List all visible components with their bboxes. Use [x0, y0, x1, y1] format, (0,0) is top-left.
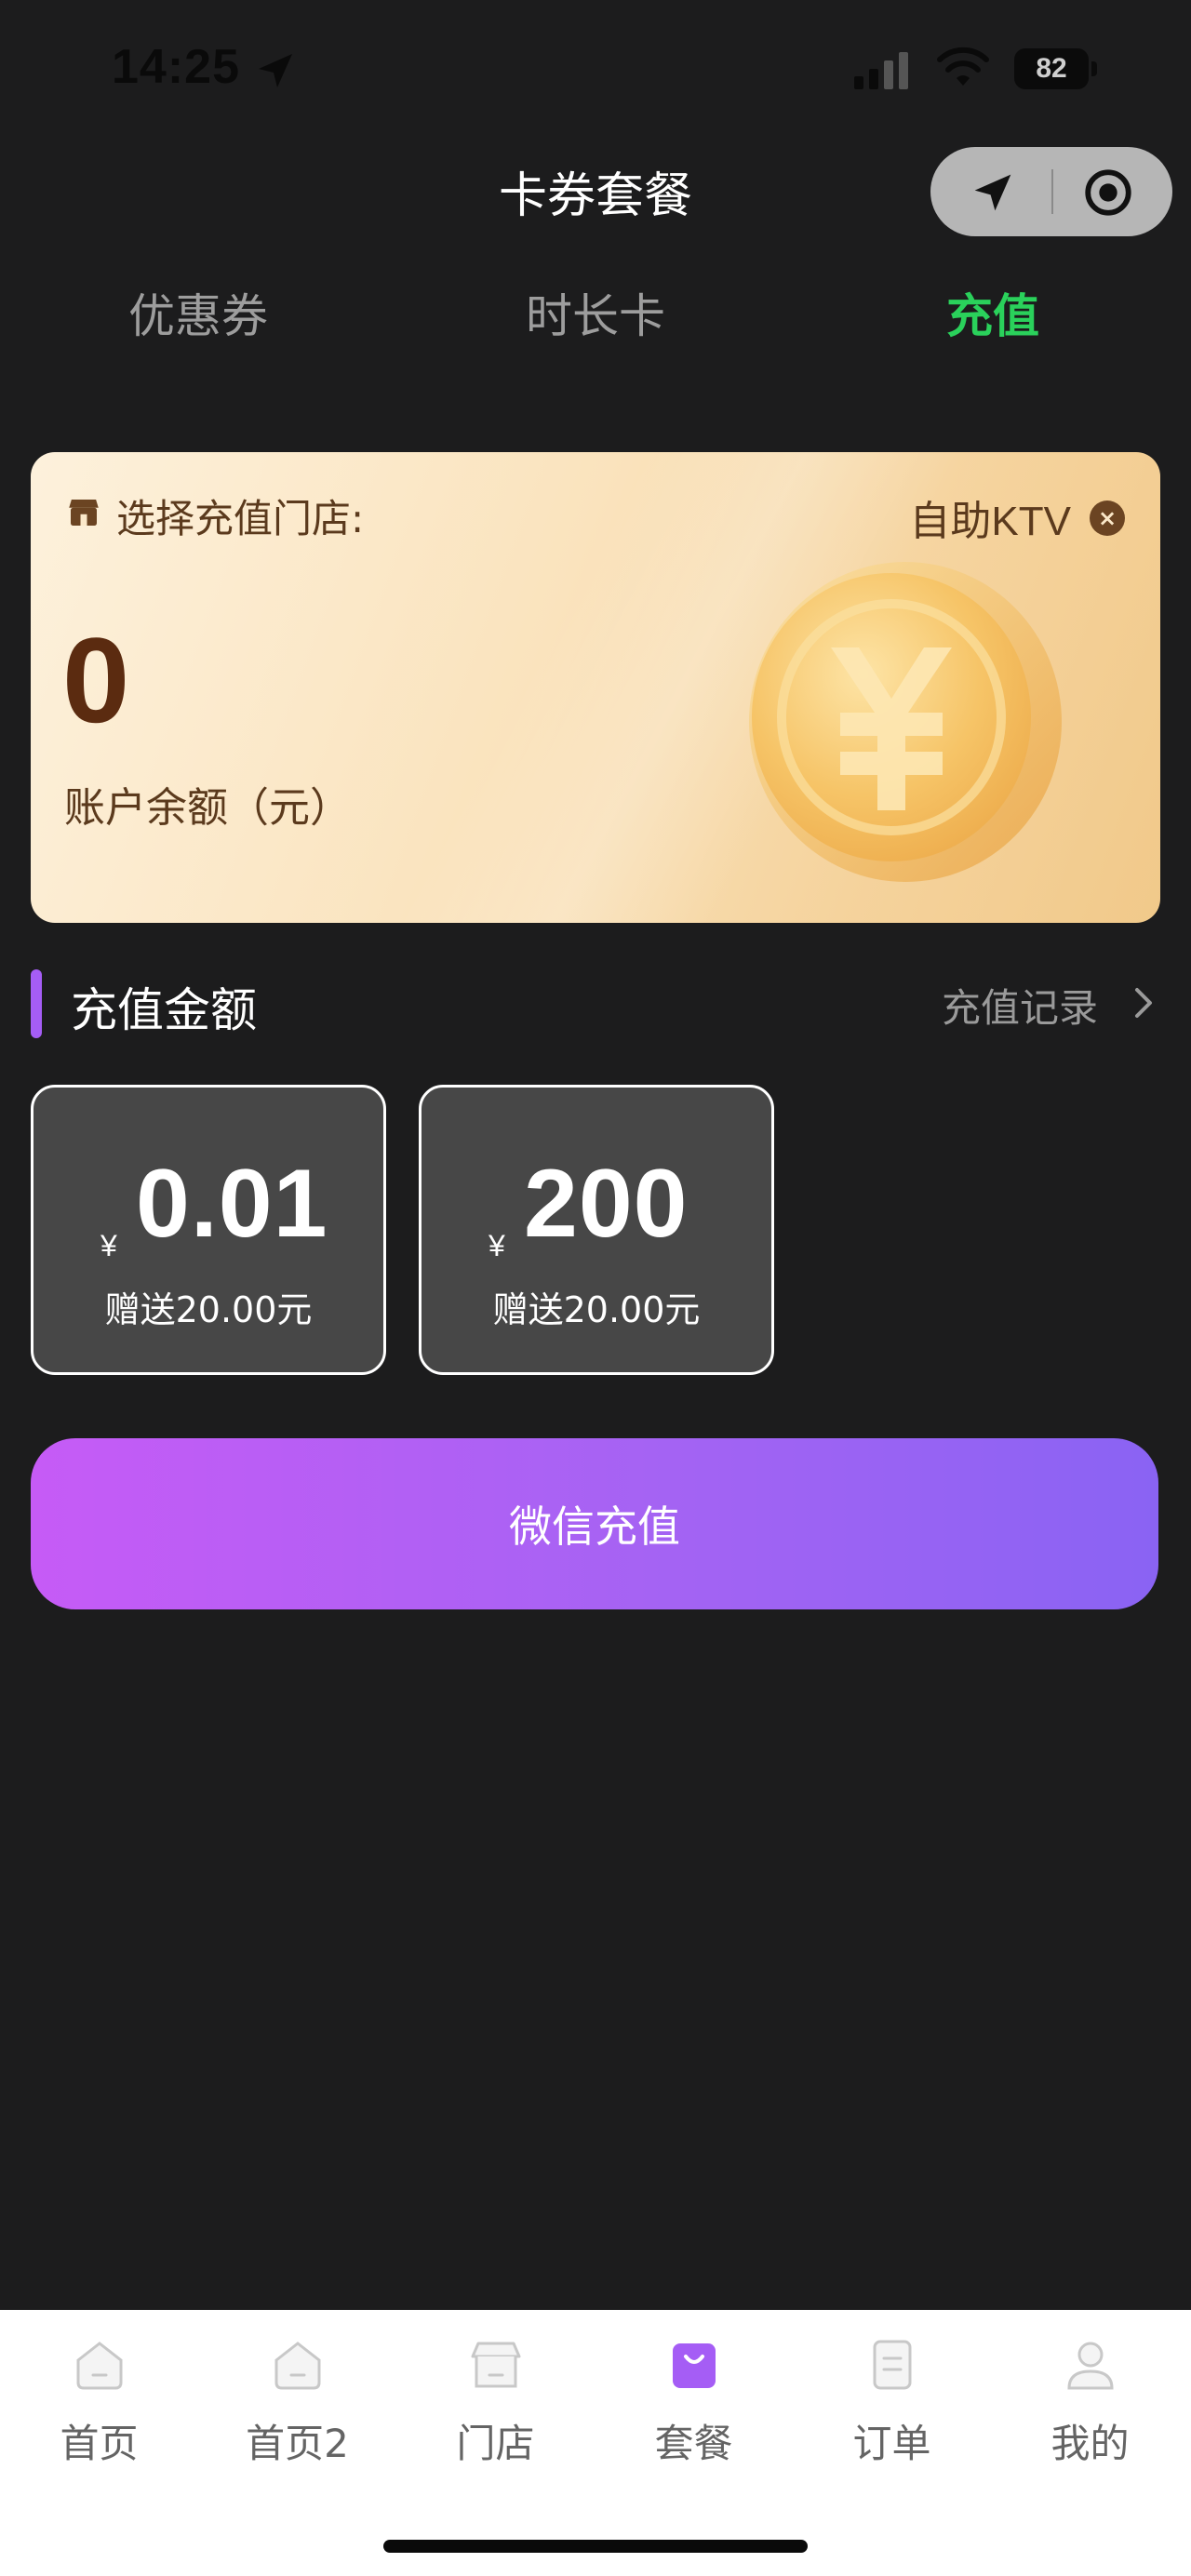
balance-card: 选择充值门店: 自助KTV × 0 账户余额（元） [31, 452, 1160, 923]
tabbar-label: 首页 [60, 2421, 139, 2466]
tabbar-item-package[interactable]: 套餐 [595, 2310, 793, 2487]
amount-value: 0.01 [136, 1150, 328, 1258]
status-bar: 14:25 82 [0, 0, 1191, 140]
close-icon[interactable]: × [1090, 501, 1125, 536]
tabbar-item-profile[interactable]: 我的 [991, 2310, 1189, 2487]
category-tabs: 优惠券 时长卡 充值 [0, 279, 1191, 354]
amount-bonus: 赠送20.00元 [104, 1289, 313, 1330]
amount-bonus: 赠送20.00元 [492, 1289, 701, 1330]
amount-option-0.01[interactable]: ¥ 0.01 赠送20.00元 [31, 1085, 386, 1375]
navigation-arrow-icon[interactable] [966, 166, 1020, 220]
bottom-tab-bar: 首页 首页2 门店 套餐 订单 我的 [0, 2310, 1191, 2576]
wechat-pay-button[interactable]: 微信充值 [31, 1438, 1158, 1609]
page: 14:25 82 卡券套餐 优惠券 时长卡 充值 选择充值门店: 自助KTV ×… [0, 0, 1191, 2576]
battery-cap [1091, 61, 1097, 76]
home-indicator [383, 2540, 808, 2553]
shopping-bag-icon [673, 2343, 716, 2388]
recharge-history-link[interactable]: 充值记录 [942, 977, 1098, 1034]
account-balance: 0 [62, 612, 130, 748]
home-icon [274, 2342, 321, 2390]
tabbar-label: 首页2 [246, 2421, 349, 2466]
tabbar-label: 门店 [456, 2421, 535, 2466]
tabbar-label: 订单 [852, 2421, 931, 2466]
status-time: 14:25 [112, 40, 240, 94]
tabbar-item-home[interactable]: 首页 [0, 2310, 198, 2487]
user-icon [1067, 2342, 1114, 2390]
order-document-icon [873, 2340, 912, 2390]
tab-recharge[interactable]: 充值 [853, 279, 1132, 346]
yuan-coin-icon [749, 562, 1062, 882]
mini-program-capsule [930, 147, 1172, 236]
tab-coupons[interactable]: 优惠券 [59, 279, 338, 346]
home-icon [76, 2342, 123, 2390]
account-balance-label: 账户余额（元） [64, 784, 351, 832]
amount-option-200[interactable]: ¥ 200 赠送20.00元 [419, 1085, 774, 1375]
tabbar-label: 套餐 [654, 2421, 733, 2466]
store-select-label[interactable]: 选择充值门店: [116, 487, 364, 544]
store-icon [471, 2342, 521, 2388]
section-accent-bar [31, 969, 42, 1038]
tabbar-item-store[interactable]: 门店 [396, 2310, 595, 2487]
amount-value: 200 [524, 1150, 689, 1258]
wifi-icon [937, 47, 989, 86]
battery-indicator: 82 [1014, 48, 1098, 89]
location-arrow-icon [259, 54, 292, 87]
currency-symbol: ¥ [100, 1229, 117, 1262]
tab-duration-card[interactable]: 时长卡 [456, 279, 735, 346]
signal-icon [854, 52, 908, 89]
target-circle-icon[interactable] [1081, 166, 1135, 220]
currency-symbol: ¥ [488, 1229, 505, 1262]
tabbar-item-home2[interactable]: 首页2 [198, 2310, 396, 2487]
section-title: 充值金额 [71, 983, 257, 1037]
store-icon [69, 500, 99, 526]
tabbar-item-orders[interactable]: 订单 [793, 2310, 991, 2487]
selected-store-name[interactable]: 自助KTV [909, 487, 1071, 547]
capsule-divider [1051, 169, 1053, 214]
battery-level: 82 [1014, 48, 1089, 89]
tabbar-label: 我的 [1050, 2421, 1130, 2466]
chevron-right-icon[interactable] [1130, 984, 1158, 1021]
